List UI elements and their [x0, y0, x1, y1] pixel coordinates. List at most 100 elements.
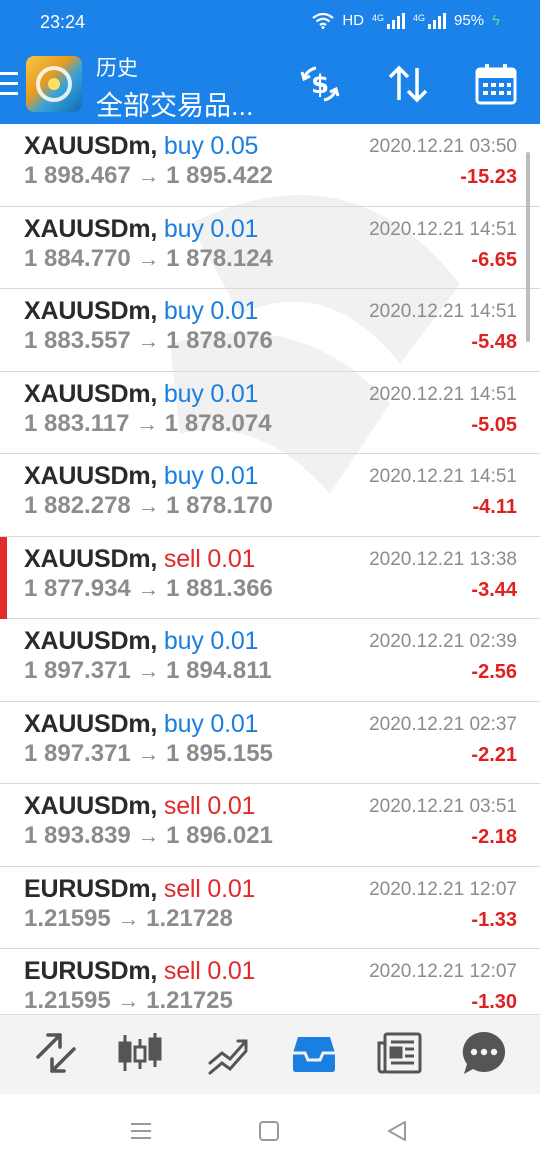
trade-row[interactable]: XAUUSDm, buy 0.01 1 883.557 → 1 878.076 20… [0, 289, 540, 372]
trade-volume: 0.01 [207, 957, 256, 985]
trade-profit: -5.05 [471, 413, 517, 436]
open-price: 1 883.557 [24, 327, 131, 354]
close-price: 1 878.074 [164, 409, 272, 437]
close-price: 1.21728 [146, 904, 233, 932]
open-price: 1 883.117 [24, 409, 130, 437]
history-icon[interactable] [290, 1029, 338, 1077]
bottom-navigation [0, 1014, 540, 1094]
trade-prices: 1 893.839 → 1 896.021 [24, 822, 273, 850]
trade-prices: 1.21595 → 1.21728 [24, 905, 233, 933]
chat-icon[interactable] [460, 1029, 508, 1077]
trade-time: 2020.12.21 12:07 [369, 878, 517, 900]
trade-volume: 0.01 [207, 874, 256, 903]
arrow-right-icon: → [137, 493, 160, 518]
trade-row[interactable]: XAUUSDm, sell 0.01 1 877.934 → 1 881.366 2… [0, 536, 540, 619]
news-icon[interactable] [376, 1029, 424, 1077]
trade-volume: 0.05 [210, 132, 259, 160]
trade-prices: 1 898.467 → 1 895.422 [24, 162, 273, 190]
trade-profit: -1.33 [471, 908, 517, 931]
trade-row[interactable]: EURUSDm, sell 0.01 1.21595 → 1.21725 2020.… [0, 949, 540, 1014]
back-icon[interactable] [386, 1120, 408, 1142]
arrow-right-icon: → [137, 575, 160, 601]
arrow-right-icon: → [136, 410, 159, 436]
trade-symbol: EURUSDm, sell 0.01 [24, 957, 256, 985]
trade-side: buy [163, 627, 204, 655]
trade-side: buy [163, 709, 204, 738]
scrollbar[interactable] [526, 152, 530, 342]
trade-row[interactable]: XAUUSDm, buy 0.01 1 882.278 → 1 878.170 20… [0, 454, 540, 537]
open-price: 1 877.934 [24, 574, 131, 602]
trade-symbol: XAUUSDm, sell 0.01 [24, 544, 256, 573]
close-price: 1 896.021 [166, 822, 273, 849]
symbol-filter[interactable]: 全部交易品... [96, 84, 254, 123]
trade-symbol: EURUSDm, sell 0.01 [24, 874, 256, 903]
arrow-right-icon: → [137, 740, 160, 766]
trade-profit: -2.18 [471, 826, 517, 848]
trade-time: 2020.12.21 02:37 [369, 713, 517, 735]
signal-icon: 4G [372, 12, 405, 29]
close-price: 1 878.170 [166, 492, 273, 519]
close-price: 1 895.155 [166, 739, 273, 767]
trade-row[interactable]: XAUUSDm, sell 0.01 1 893.839 → 1 896.021 2… [0, 784, 540, 867]
trade-side: buy [163, 132, 204, 160]
close-price: 1 895.422 [166, 162, 273, 189]
trade-symbol: XAUUSDm, buy 0.01 [24, 627, 259, 655]
chart-candles-icon[interactable] [116, 1029, 164, 1077]
trade-time: 2020.12.21 03:50 [369, 136, 517, 157]
trade-prices: 1 877.934 → 1 881.366 [24, 575, 273, 603]
trade-side: sell [163, 874, 201, 903]
status-bar: 23:24 HD 4G 4G 95% ϟ [0, 0, 540, 44]
trade-symbol: XAUUSDm, buy 0.01 [24, 214, 259, 243]
selected-marker [0, 536, 7, 619]
trade-row[interactable]: XAUUSDm, buy 0.05 1 898.467 → 1 895.422 20… [0, 124, 540, 207]
wifi-icon [312, 12, 334, 29]
trade-profit: -15.23 [460, 166, 517, 188]
trade-row[interactable]: EURUSDm, sell 0.01 1.21595 → 1.21728 2020.… [0, 867, 540, 949]
battery-level: 95% [454, 12, 485, 29]
status-icons: HD 4G 4G 95% ϟ [312, 12, 500, 29]
trade-side: sell [163, 792, 201, 820]
home-icon[interactable] [258, 1120, 280, 1142]
app-logo [26, 56, 82, 112]
open-price: 1 897.371 [24, 739, 131, 767]
quotes-icon[interactable] [32, 1029, 80, 1077]
trade-row[interactable]: XAUUSDm, buy 0.01 1 897.371 → 1 894.811 20… [0, 619, 540, 702]
trade-volume: 0.01 [210, 214, 259, 243]
trade-volume: 0.01 [210, 709, 259, 738]
trade-row[interactable]: XAUUSDm, buy 0.01 1 883.117 → 1 878.074 20… [0, 372, 540, 454]
close-price: 1 878.076 [166, 327, 273, 354]
trade-profit: -4.11 [472, 496, 517, 518]
trade-volume: 0.01 [210, 462, 259, 490]
trade-row[interactable]: XAUUSDm, buy 0.01 1 897.371 → 1 895.155 20… [0, 702, 540, 784]
signal-icon: 4G [413, 12, 447, 29]
trade-side: buy [163, 462, 204, 490]
trade-time: 2020.12.21 03:51 [369, 796, 517, 817]
trade-profit: -5.48 [471, 331, 517, 353]
arrow-right-icon: → [137, 245, 160, 271]
deposit-filter-icon[interactable]: $ [296, 60, 344, 108]
trade-volume: 0.01 [207, 792, 256, 820]
open-price: 1.21595 [24, 987, 111, 1014]
trade-row[interactable]: XAUUSDm, buy 0.01 1 884.770 → 1 878.124 20… [0, 207, 540, 289]
charging-icon: ϟ [492, 12, 500, 29]
menu-icon[interactable] [130, 1120, 152, 1142]
trade-volume: 0.01 [210, 379, 259, 408]
svg-text:$: $ [311, 70, 329, 100]
trade-prices: 1 897.371 → 1 894.811 [24, 657, 272, 685]
arrow-right-icon: → [117, 988, 140, 1013]
trade-profit: -2.56 [471, 661, 517, 683]
trade-time: 2020.12.21 02:39 [369, 631, 517, 652]
hamburger-menu-icon[interactable] [0, 72, 18, 96]
calendar-icon[interactable] [472, 60, 520, 108]
trade-icon[interactable] [204, 1029, 252, 1077]
trade-history-list[interactable]: XAUUSDm, buy 0.05 1 898.467 → 1 895.422 20… [0, 124, 540, 1014]
close-price: 1 894.811 [166, 657, 272, 684]
trade-time: 2020.12.21 14:51 [369, 466, 517, 487]
trade-symbol: XAUUSDm, buy 0.01 [24, 297, 259, 325]
trade-prices: 1 883.557 → 1 878.076 [24, 327, 273, 355]
trade-profit: -3.44 [471, 578, 517, 601]
trade-prices: 1 883.117 → 1 878.074 [24, 410, 272, 438]
trade-profit: -6.65 [471, 248, 517, 271]
trade-side: sell [163, 957, 201, 985]
sort-icon[interactable] [384, 60, 432, 108]
